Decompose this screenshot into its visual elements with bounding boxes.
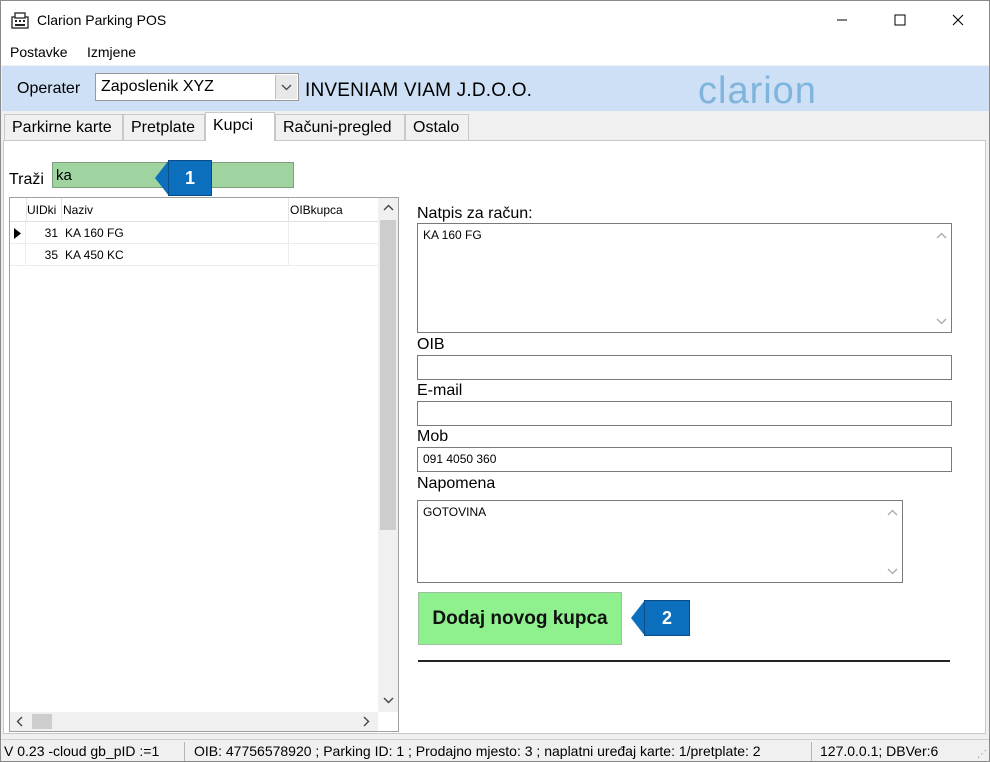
horizontal-scroll-thumb[interactable] bbox=[32, 714, 52, 729]
tab-ostalo[interactable]: Ostalo bbox=[405, 114, 469, 140]
oib-field[interactable] bbox=[417, 355, 952, 380]
status-version: V 0.23 -cloud gb_pID :=1 bbox=[4, 743, 160, 759]
operator-label: Operater bbox=[17, 80, 81, 97]
brand-logo: clarion bbox=[698, 70, 817, 112]
invoice-text: KA 160 FG bbox=[423, 228, 482, 242]
close-icon bbox=[952, 14, 964, 26]
row-uid: 31 bbox=[44, 226, 58, 240]
invoice-textarea[interactable]: KA 160 FG bbox=[417, 223, 952, 333]
column-header-uid[interactable]: UIDki bbox=[27, 203, 56, 217]
invoice-label: Natpis za račun: bbox=[417, 205, 533, 222]
status-divider bbox=[811, 742, 812, 761]
tab-kupci[interactable]: Kupci bbox=[205, 112, 275, 141]
table-row[interactable]: 31 KA 160 FG bbox=[10, 222, 378, 244]
callout-arrow bbox=[631, 600, 645, 636]
tab-racuni-pregled[interactable]: Računi-pregled bbox=[275, 114, 405, 140]
row-oib-cell bbox=[288, 222, 289, 244]
column-divider bbox=[61, 198, 62, 222]
operator-band: Operater Zaposlenik XYZ INVENIAM VIAM J.… bbox=[2, 66, 989, 112]
chevron-down-icon bbox=[281, 84, 292, 90]
callout-badge-1: 1 bbox=[168, 160, 212, 196]
menu-postavke[interactable]: Postavke bbox=[10, 44, 68, 60]
maximize-button[interactable] bbox=[871, 1, 929, 39]
column-header-naziv[interactable]: Naziv bbox=[63, 203, 93, 217]
tab-pretplate[interactable]: Pretplate bbox=[123, 114, 205, 140]
note-text: GOTOVINA bbox=[423, 505, 487, 519]
status-server: 127.0.0.1; DBVer:6 bbox=[820, 743, 939, 759]
operator-select[interactable]: Zaposlenik XYZ bbox=[95, 73, 299, 101]
row-uid: 35 bbox=[44, 248, 58, 262]
kupci-panel: Traži 1 UIDki Naziv OIBkupca 31 KA 160 F… bbox=[3, 140, 986, 734]
email-field[interactable] bbox=[417, 401, 952, 426]
divider bbox=[418, 660, 950, 662]
callout-arrow bbox=[155, 160, 169, 196]
search-label: Traži bbox=[9, 171, 44, 188]
status-info: OIB: 47756578920 ; Parking ID: 1 ; Proda… bbox=[194, 743, 761, 759]
scroll-up-icon[interactable] bbox=[936, 232, 947, 239]
status-divider bbox=[184, 742, 185, 761]
grid-horizontal-scrollbar[interactable] bbox=[10, 712, 378, 731]
scroll-down-icon[interactable] bbox=[383, 697, 394, 704]
maximize-icon bbox=[894, 14, 906, 26]
minimize-icon bbox=[837, 19, 847, 21]
menu-bar: Postavke Izmjene bbox=[1, 39, 989, 65]
title-bar: Clarion Parking POS bbox=[1, 1, 989, 39]
column-divider bbox=[288, 198, 289, 222]
status-bar: V 0.23 -cloud gb_pID :=1 OIB: 4775657892… bbox=[1, 739, 989, 761]
column-divider bbox=[26, 198, 27, 222]
mob-label: Mob bbox=[417, 428, 449, 445]
operator-dropdown-button[interactable] bbox=[275, 75, 297, 99]
row-indicator bbox=[10, 244, 26, 266]
operator-selected-value: Zaposlenik XYZ bbox=[101, 78, 214, 95]
oib-label: OIB bbox=[417, 336, 445, 353]
mob-field[interactable]: 091 4050 360 bbox=[417, 447, 952, 472]
customers-grid[interactable]: UIDki Naziv OIBkupca 31 KA 160 FG 35 KA … bbox=[9, 197, 399, 732]
company-name: INVENIAM VIAM J.D.O.O. bbox=[305, 80, 533, 101]
column-header-oib[interactable]: OIBkupca bbox=[290, 203, 343, 217]
add-customer-button[interactable]: Dodaj novog kupca bbox=[418, 592, 622, 645]
vertical-scroll-thumb[interactable] bbox=[380, 220, 396, 530]
callout-badge-2: 2 bbox=[644, 600, 690, 636]
menu-izmjene[interactable]: Izmjene bbox=[87, 44, 136, 60]
email-label: E-mail bbox=[417, 382, 463, 399]
cash-register-icon bbox=[11, 12, 29, 29]
app-window: Clarion Parking POS Postavke Izmjene Ope… bbox=[0, 0, 990, 762]
table-row[interactable]: 35 KA 450 KC bbox=[10, 244, 378, 266]
scroll-right-icon[interactable] bbox=[363, 716, 370, 727]
scroll-left-icon[interactable] bbox=[16, 716, 23, 727]
resize-grip-icon[interactable]: ⋰ bbox=[977, 749, 987, 760]
row-oib-cell bbox=[288, 244, 289, 266]
close-button[interactable] bbox=[929, 1, 987, 39]
note-label: Napomena bbox=[417, 475, 496, 492]
minimize-button[interactable] bbox=[813, 1, 871, 39]
grid-vertical-scrollbar[interactable] bbox=[378, 198, 398, 712]
scroll-up-icon[interactable] bbox=[383, 204, 394, 211]
grid-header: UIDki Naziv OIBkupca bbox=[10, 198, 378, 222]
note-textarea[interactable]: GOTOVINA bbox=[417, 500, 903, 583]
row-naziv: KA 160 FG bbox=[65, 226, 124, 240]
window-title: Clarion Parking POS bbox=[37, 12, 167, 28]
row-naziv: KA 450 KC bbox=[65, 248, 124, 262]
scroll-up-icon[interactable] bbox=[887, 509, 898, 516]
row-selected-icon bbox=[10, 222, 26, 244]
tab-parkirne-karte[interactable]: Parkirne karte bbox=[4, 114, 123, 140]
scroll-down-icon[interactable] bbox=[936, 318, 947, 325]
scroll-down-icon[interactable] bbox=[887, 568, 898, 575]
